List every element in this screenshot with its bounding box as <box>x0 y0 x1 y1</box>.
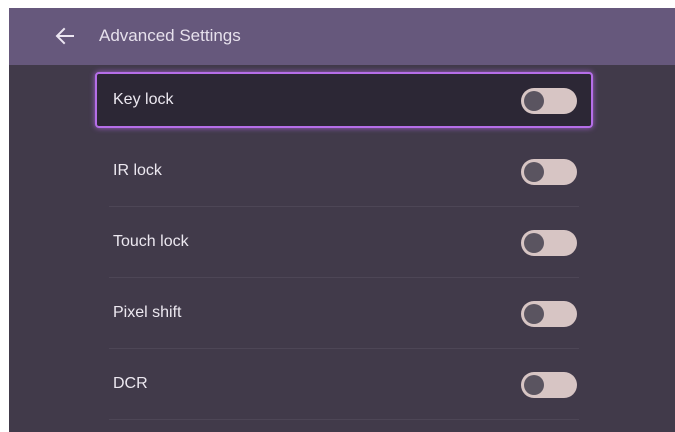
pixel-shift-toggle[interactable] <box>521 301 577 327</box>
dcr-toggle[interactable] <box>521 372 577 398</box>
setting-label: Pixel shift <box>113 304 182 321</box>
toggle-knob <box>524 162 544 182</box>
toggle-knob <box>524 91 544 111</box>
setting-row-ir-lock[interactable]: IR lock <box>95 143 593 207</box>
key-lock-toggle[interactable] <box>521 88 577 114</box>
divider <box>109 348 579 349</box>
toggle-knob <box>524 375 544 395</box>
setting-label: DCR <box>113 375 148 392</box>
setting-row-dcr[interactable]: DCR <box>95 356 593 420</box>
app-header: Advanced Settings <box>9 8 675 65</box>
divider <box>109 419 579 420</box>
divider <box>109 277 579 278</box>
back-button[interactable] <box>53 24 77 48</box>
setting-row-pixel-shift[interactable]: Pixel shift <box>95 285 593 349</box>
toggle-knob <box>524 304 544 324</box>
page-title: Advanced Settings <box>99 26 241 45</box>
toggle-knob <box>524 233 544 253</box>
settings-list: Key lock IR lock Touch lock Pixel shift … <box>95 72 593 427</box>
setting-label: IR lock <box>113 162 162 179</box>
setting-label: Touch lock <box>113 233 189 250</box>
setting-label: Key lock <box>113 91 174 108</box>
arrow-left-icon <box>55 27 74 45</box>
ir-lock-toggle[interactable] <box>521 159 577 185</box>
setting-row-touch-lock[interactable]: Touch lock <box>95 214 593 278</box>
settings-screen: Advanced Settings Key lock IR lock Touch… <box>9 8 675 432</box>
touch-lock-toggle[interactable] <box>521 230 577 256</box>
setting-row-key-lock[interactable]: Key lock <box>95 72 593 128</box>
divider <box>109 206 579 207</box>
